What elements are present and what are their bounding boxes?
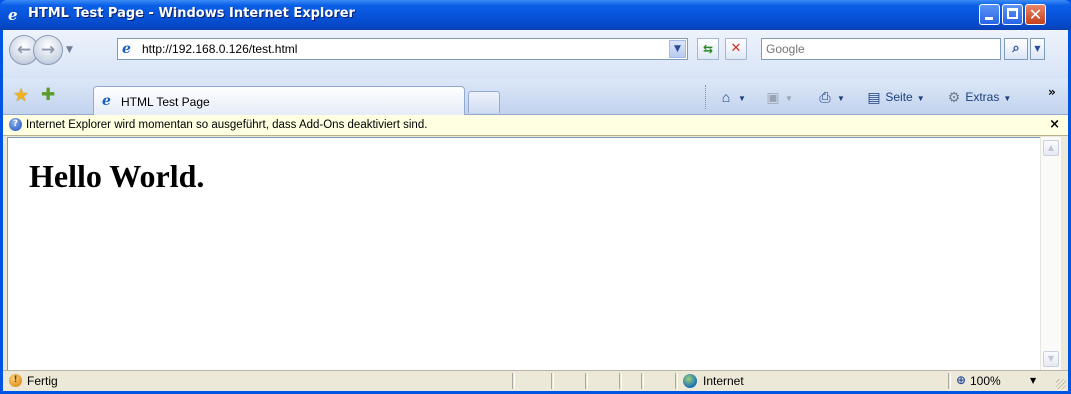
forward-arrow-icon: → (40, 40, 56, 60)
chevron-down-icon: ▼ (1003, 94, 1012, 103)
add-favorite-icon: ✚ (41, 85, 56, 105)
search-options-button[interactable]: ▼ (1030, 38, 1045, 60)
page-heading: Hello World. (29, 158, 205, 194)
search-input[interactable] (766, 42, 992, 56)
chevron-down-icon: ▼ (916, 94, 925, 103)
home-icon: ⌂ (721, 89, 731, 105)
tab-label: HTML Test Page (121, 95, 210, 109)
scroll-up-button[interactable]: ▲ (1043, 140, 1059, 156)
refresh-button[interactable]: ⇆ (697, 38, 719, 60)
star-icon: ★ (13, 85, 30, 106)
scroll-down-arrow-icon: ▼ (1047, 354, 1055, 363)
minimize-button[interactable] (979, 4, 1000, 25)
ie-icon: e (8, 6, 18, 24)
vertical-scrollbar[interactable]: ▲ ▼ (1040, 137, 1061, 370)
tools-menu-label: Extras (965, 90, 1000, 104)
gear-icon: ⚙ (947, 89, 961, 105)
print-icon: ⎙ (819, 89, 831, 105)
status-pane-divider (585, 373, 587, 389)
search-box[interactable] (761, 38, 1001, 60)
resize-grip[interactable] (1056, 379, 1066, 389)
status-pane-divider (551, 373, 553, 389)
chevron-down-icon[interactable]: ▼ (738, 94, 746, 103)
information-bar[interactable]: ? Internet Explorer wird momentan so aus… (3, 115, 1068, 136)
address-toolbar: ← → ▼ e http://192.168.0.126/test.html ▼… (3, 30, 1068, 79)
close-icon: ✕ (1028, 5, 1043, 24)
toolbar-separator (705, 85, 707, 109)
minimize-icon (985, 17, 993, 20)
forward-button[interactable]: → (33, 35, 63, 65)
back-arrow-icon: ← (16, 40, 32, 60)
title-bar[interactable]: e HTML Test Page - Windows Internet Expl… (0, 0, 1071, 30)
tab-html-test-page[interactable]: e HTML Test Page (93, 86, 465, 115)
feeds-button[interactable]: ▣ ▼ (765, 89, 793, 106)
address-dropdown-button[interactable]: ▼ (669, 40, 686, 58)
status-pane-divider (619, 373, 621, 389)
ie-page-icon: e (102, 93, 111, 109)
close-window-button[interactable]: ✕ (1025, 4, 1046, 25)
status-text: Fertig (27, 374, 58, 388)
page-menu-label: Seite (885, 90, 913, 104)
browser-frame: ← → ▼ e http://192.168.0.126/test.html ▼… (3, 30, 1068, 391)
scroll-down-button[interactable]: ▼ (1043, 351, 1059, 367)
status-info-icon: ! (9, 374, 22, 387)
feeds-icon: ▣ (766, 89, 780, 105)
window-title: HTML Test Page - Windows Internet Explor… (28, 6, 355, 21)
maximize-icon (1007, 8, 1018, 19)
address-bar[interactable]: e http://192.168.0.126/test.html ▼ (117, 38, 688, 60)
page-icon: ▤ (867, 89, 881, 105)
chevron-down-icon[interactable]: ▼ (785, 94, 793, 103)
refresh-icon: ⇆ (702, 42, 714, 56)
chevron-down-icon: ▼ (674, 44, 681, 54)
page-favicon-icon: e (122, 41, 131, 57)
status-pane-divider (641, 373, 643, 389)
search-button[interactable]: ⌕ (1004, 38, 1028, 60)
tab-toolbar: ★ ✚ e HTML Test Page ⌂ ▼ ▣ ▼ ⎙ ▼ ▤ Seite ▼ ⚙… (3, 79, 1068, 115)
home-button[interactable]: ⌂ ▼ (718, 89, 746, 105)
chevron-down-icon: ▼ (1034, 44, 1041, 53)
status-pane-divider (675, 373, 677, 389)
chevron-down-icon[interactable]: ▼ (1030, 376, 1036, 385)
more-commands-chevron-icon[interactable]: » (1048, 85, 1056, 99)
chevron-down-icon[interactable]: ▼ (837, 94, 845, 103)
information-bar-text: Internet Explorer wird momentan so ausge… (26, 119, 428, 131)
zoom-level[interactable]: 100% (970, 374, 1001, 388)
internet-zone-icon (683, 374, 697, 388)
add-favorites-button[interactable]: ✚ (41, 86, 55, 104)
close-information-bar-button[interactable]: × (1049, 117, 1060, 132)
page-content[interactable]: Hello World. (7, 137, 1040, 370)
page-menu-button[interactable]: ▤ Seite ▼ (866, 89, 925, 106)
stop-button[interactable]: ✕ (725, 38, 747, 60)
help-icon: ? (9, 118, 22, 131)
maximize-button[interactable] (1002, 4, 1023, 25)
status-bar: ! Fertig Internet ⊕ 100% ▼ (3, 370, 1068, 391)
recent-pages-dropdown[interactable]: ▼ (66, 45, 73, 55)
print-button[interactable]: ⎙ ▼ (817, 89, 845, 106)
status-pane-divider (512, 373, 514, 389)
stop-icon: ✕ (730, 41, 742, 56)
scroll-up-arrow-icon: ▲ (1047, 143, 1055, 152)
favorites-center-button[interactable]: ★ (13, 87, 29, 105)
search-icon: ⌕ (1012, 41, 1020, 56)
tools-menu-button[interactable]: ⚙ Extras ▼ (946, 89, 1012, 106)
address-text[interactable]: http://192.168.0.126/test.html (142, 42, 297, 56)
zoom-icon[interactable]: ⊕ (956, 373, 966, 387)
security-zone-label[interactable]: Internet (703, 374, 744, 388)
status-pane-divider (948, 373, 950, 389)
new-tab-button[interactable] (468, 91, 500, 113)
browser-window: e HTML Test Page - Windows Internet Expl… (0, 0, 1071, 394)
